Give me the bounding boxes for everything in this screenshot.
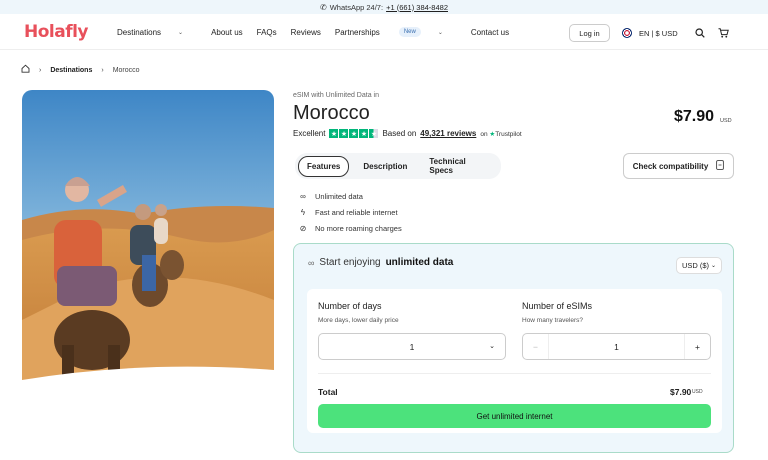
- total-label: Total: [318, 387, 338, 397]
- trustpilot-rating: Excellent ★ ★ ★ ★ ★ Based on 49,321 revi…: [293, 129, 522, 138]
- days-select[interactable]: 1 ⌄: [318, 333, 506, 360]
- no-roaming-icon: ⊘: [299, 223, 307, 233]
- total-currency: USD: [692, 389, 703, 395]
- reviews-link[interactable]: 49,321 reviews: [420, 129, 476, 138]
- star-half-icon: ★: [369, 129, 379, 138]
- nav-item-reviews[interactable]: Reviews: [291, 27, 321, 37]
- feature-item: ⊘ No more roaming charges: [299, 223, 402, 233]
- feature-list: ∞ Unlimited data ϟ Fast and reliable int…: [298, 188, 402, 236]
- trustpilot-logo: on ★Trustpilot: [480, 130, 522, 138]
- tab-features[interactable]: Features: [298, 155, 350, 177]
- nav-item-about[interactable]: About us: [211, 27, 243, 37]
- chevron-down-icon: ⌄: [178, 29, 184, 36]
- chevron-down-icon: ⌄: [489, 343, 495, 350]
- whatsapp-phone-link[interactable]: +1 (661) 384-8482: [386, 3, 448, 12]
- phone-check-icon: [716, 160, 725, 172]
- uk-flag-icon[interactable]: [622, 28, 632, 38]
- language-selector[interactable]: EN | $ USD: [639, 29, 678, 38]
- star-icon: ★: [329, 129, 339, 138]
- days-label: Number of days: [318, 301, 382, 311]
- search-icon[interactable]: [695, 28, 705, 41]
- tab-description[interactable]: Description: [355, 157, 415, 176]
- esims-label: Number of eSIMs: [522, 301, 593, 311]
- chevron-down-icon: ⌄: [711, 263, 717, 269]
- hero-image: [22, 90, 274, 394]
- nav-item-contact[interactable]: Contact us: [471, 27, 509, 37]
- nav-menu: Destinations ⌄ About us FAQs Reviews Part…: [117, 27, 523, 37]
- divider: [318, 373, 711, 374]
- breadcrumb: › Destinations › Morocco: [21, 64, 140, 76]
- product-price: $7.90: [674, 108, 715, 125]
- product-subtitle: eSIM with Unlimited Data in: [293, 92, 379, 99]
- infinity-icon: ∞: [300, 191, 306, 201]
- star-rating: ★ ★ ★ ★ ★: [329, 129, 379, 138]
- rating-word: Excellent: [293, 129, 326, 138]
- home-icon[interactable]: [21, 64, 30, 76]
- plus-button[interactable]: +: [684, 334, 710, 359]
- page-title: Morocco: [293, 102, 370, 124]
- product-tabs: Features Description Technical Specs: [295, 153, 501, 179]
- nav-item-partnerships[interactable]: Partnerships New ⌄: [335, 27, 457, 37]
- based-on-text: Based on: [382, 129, 417, 138]
- nav-item-destinations[interactable]: Destinations ⌄: [117, 27, 197, 37]
- nav-item-faqs[interactable]: FAQs: [257, 27, 277, 37]
- esims-stepper: − 1 +: [522, 333, 711, 360]
- infinity-icon: ∞: [308, 257, 315, 268]
- days-sublabel: More days, lower daily price: [318, 317, 399, 324]
- currency-select[interactable]: USD ($) ⌄: [676, 257, 722, 274]
- star-icon: ★: [359, 129, 369, 138]
- breadcrumb-current: Morocco: [112, 66, 140, 74]
- star-icon: ★: [339, 129, 349, 138]
- check-compatibility-button[interactable]: Check compatibility: [623, 153, 734, 179]
- holafly-logo[interactable]: Holafly: [24, 22, 89, 42]
- minus-button[interactable]: −: [523, 334, 549, 359]
- feature-item: ∞ Unlimited data: [298, 188, 402, 204]
- purchase-card: ∞ Start enjoying unlimited data USD ($) …: [293, 243, 734, 453]
- login-button[interactable]: Log in: [569, 24, 610, 42]
- new-badge: New: [398, 27, 421, 37]
- chevron-right-icon: ›: [39, 66, 42, 74]
- total-value: $7.90: [670, 387, 692, 397]
- cart-icon[interactable]: [718, 28, 729, 41]
- lightning-icon: ϟ: [300, 207, 306, 217]
- breadcrumb-destinations[interactable]: Destinations: [50, 67, 92, 74]
- tab-technical-specs[interactable]: Technical Specs: [421, 152, 492, 180]
- purchase-options: Number of days More days, lower daily pr…: [307, 289, 722, 433]
- star-icon: ★: [349, 129, 359, 138]
- main-nav: Holafly Destinations ⌄ About us FAQs Revi…: [0, 14, 768, 50]
- esims-value[interactable]: 1: [549, 342, 684, 352]
- feature-item: ϟ Fast and reliable internet: [298, 204, 402, 220]
- purchase-heading: ∞ Start enjoying unlimited data: [308, 257, 454, 268]
- whatsapp-label: WhatsApp 24/7:: [329, 2, 384, 12]
- chevron-down-icon: ⌄: [437, 29, 443, 36]
- chevron-right-icon: ›: [101, 66, 104, 74]
- get-unlimited-internet-button[interactable]: Get unlimited internet: [318, 404, 711, 428]
- price-currency: USD: [720, 118, 732, 124]
- whatsapp-icon: ✆: [319, 2, 327, 12]
- esims-sublabel: How many travelers?: [522, 317, 584, 324]
- whatsapp-bar: ✆ WhatsApp 24/7: +1 (661) 384-8482: [0, 0, 768, 14]
